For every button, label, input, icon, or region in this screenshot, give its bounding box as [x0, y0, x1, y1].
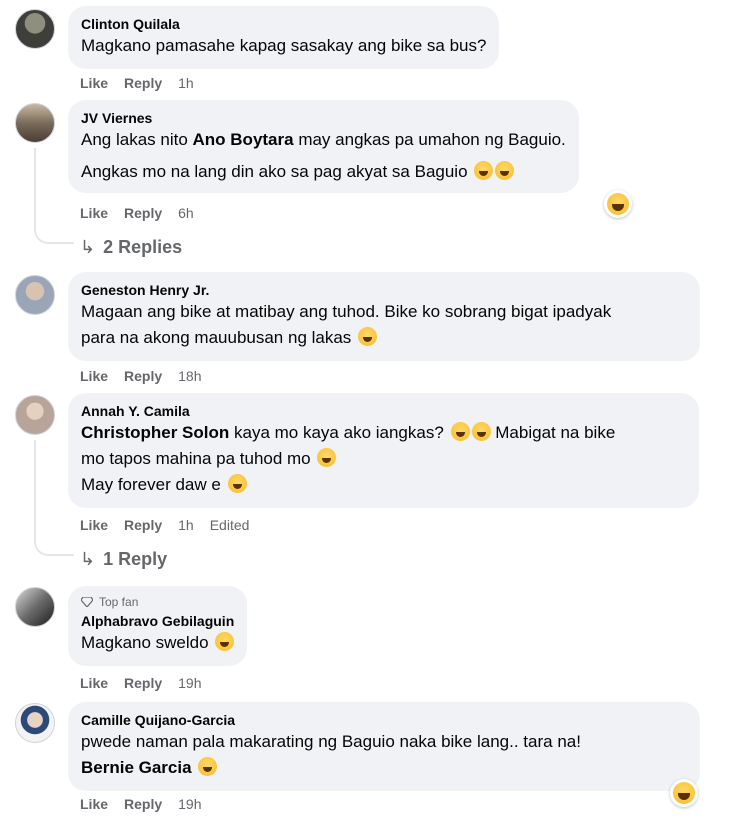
thread-curve [34, 538, 74, 556]
diamond-icon [81, 597, 93, 607]
badge-label: Top fan [99, 595, 139, 609]
like-button[interactable]: Like [80, 796, 108, 812]
comment-author[interactable]: Clinton Quilala [81, 15, 486, 33]
laughing-emoji-icon [358, 327, 378, 346]
comment-text-part: Angkas mo na lang din ako sa pag akyat s… [81, 162, 468, 181]
comment-author[interactable]: Alphabravo Gebilaguin [81, 612, 234, 630]
comment-text-part: Magkano sweldo [81, 633, 209, 652]
comment-timestamp[interactable]: 19h [178, 675, 201, 691]
laughing-emoji-icon [198, 757, 218, 776]
mention-link[interactable]: Bernie Garcia [81, 758, 192, 777]
rofl-emoji-icon [471, 422, 491, 441]
comment-timestamp[interactable]: 6h [178, 205, 194, 221]
comment-author[interactable]: Geneston Henry Jr. [81, 281, 687, 299]
comment-text: Bernie Garcia [81, 755, 687, 781]
like-button[interactable]: Like [80, 517, 108, 533]
comment-actions: Like Reply 19h [80, 796, 218, 812]
reply-button[interactable]: Reply [124, 205, 162, 221]
comment-text: Magkano pamasahe kapag sasakay ang bike … [81, 36, 487, 55]
avatar[interactable] [15, 703, 55, 743]
comment-bubble: JV Viernes Ang lakas nito Ano Boytara ma… [68, 100, 579, 193]
replies-count[interactable]: 2 Replies [103, 237, 182, 258]
comment-text: Magkano sweldo [81, 630, 235, 656]
comment-timestamp[interactable]: 18h [178, 368, 201, 384]
thread-line [34, 148, 36, 226]
comment-actions: Like Reply 6h [80, 205, 210, 221]
avatar[interactable] [15, 395, 55, 435]
reply-button[interactable]: Reply [124, 368, 162, 384]
avatar[interactable] [15, 9, 55, 49]
replies-count[interactable]: 1 Reply [103, 549, 167, 570]
laughing-reaction-icon[interactable] [604, 190, 632, 218]
reply-button[interactable]: Reply [124, 75, 162, 91]
comment-text-part: Mabigat na bike [495, 423, 616, 442]
avatar[interactable] [15, 275, 55, 315]
comment-text-part: para na akong mauubusan ng lakas [81, 328, 352, 347]
grinning-squint-emoji-icon [317, 448, 337, 467]
view-replies-button[interactable]: ↳ 1 Reply [80, 549, 167, 570]
reply-button[interactable]: Reply [124, 517, 162, 533]
laughing-emoji-icon [474, 161, 494, 180]
comment-text-part: may angkas pa umahon ng Baguio. [293, 130, 566, 149]
comment-actions: Like Reply 1h Edited [80, 517, 265, 533]
comment-timestamp[interactable]: 1h [178, 517, 194, 533]
comment-text: Magaan ang bike at matibay ang tuhod. Bi… [81, 302, 612, 321]
rofl-emoji-icon [495, 161, 515, 180]
avatar[interactable] [15, 103, 55, 143]
comment-author[interactable]: JV Viernes [81, 109, 566, 127]
thread-line [34, 440, 36, 540]
comment-text: May forever daw e [81, 472, 686, 498]
top-fan-badge[interactable]: Top fan [81, 594, 234, 610]
comment-bubble: Annah Y. Camila Christopher Solon kaya m… [68, 393, 699, 508]
laughing-emoji-icon [215, 632, 235, 651]
comment-author[interactable]: Annah Y. Camila [81, 402, 686, 420]
mention-link[interactable]: Christopher Solon [81, 423, 229, 442]
comment-actions: Like Reply 1h [80, 75, 210, 91]
comment-text-part: kaya mo kaya ako iangkas? [229, 423, 444, 442]
edited-label[interactable]: Edited [210, 517, 250, 533]
view-replies-button[interactable]: ↳ 2 Replies [80, 237, 182, 258]
comment-text: para na akong mauubusan ng lakas [81, 325, 687, 351]
reply-button[interactable]: Reply [124, 675, 162, 691]
comment-actions: Like Reply 18h [80, 368, 218, 384]
comment-text-part: mo tapos mahina pa tuhod mo [81, 449, 311, 468]
comment-bubble: Camille Quijano-Garcia pwede naman pala … [68, 702, 700, 791]
avatar[interactable] [15, 587, 55, 627]
reply-arrow-icon: ↳ [80, 237, 96, 257]
laughing-reaction-icon[interactable] [670, 779, 698, 807]
laughing-emoji-icon [450, 422, 470, 441]
grinning-emoji-icon [227, 474, 247, 493]
comment-text: Ang lakas nito Ano Boytara may angkas pa… [81, 127, 566, 153]
comment-text-part: May forever daw e [81, 475, 221, 494]
like-button[interactable]: Like [80, 75, 108, 91]
mention-link[interactable]: Ano Boytara [193, 130, 294, 149]
reply-button[interactable]: Reply [124, 796, 162, 812]
reply-arrow-icon: ↳ [80, 549, 96, 569]
comment-timestamp[interactable]: 1h [178, 75, 194, 91]
comment-bubble: Clinton Quilala Magkano pamasahe kapag s… [68, 6, 500, 69]
comment-bubble: Top fan Alphabravo Gebilaguin Magkano sw… [68, 586, 248, 666]
like-button[interactable]: Like [80, 675, 108, 691]
like-button[interactable]: Like [80, 205, 108, 221]
comment-text: Angkas mo na lang din ako sa pag akyat s… [81, 159, 566, 185]
comment-text-part: Ang lakas nito [81, 130, 193, 149]
like-button[interactable]: Like [80, 368, 108, 384]
thread-curve [34, 226, 74, 244]
comment-text: Christopher Solon kaya mo kaya ako iangk… [81, 420, 686, 446]
comment-actions: Like Reply 19h [80, 675, 218, 691]
comment-timestamp[interactable]: 19h [178, 796, 201, 812]
comment-text: pwede naman pala makarating ng Baguio na… [81, 732, 581, 751]
comment-text: mo tapos mahina pa tuhod mo [81, 446, 686, 472]
comment-author[interactable]: Camille Quijano-Garcia [81, 711, 687, 729]
comment-bubble: Geneston Henry Jr. Magaan ang bike at ma… [68, 272, 700, 361]
